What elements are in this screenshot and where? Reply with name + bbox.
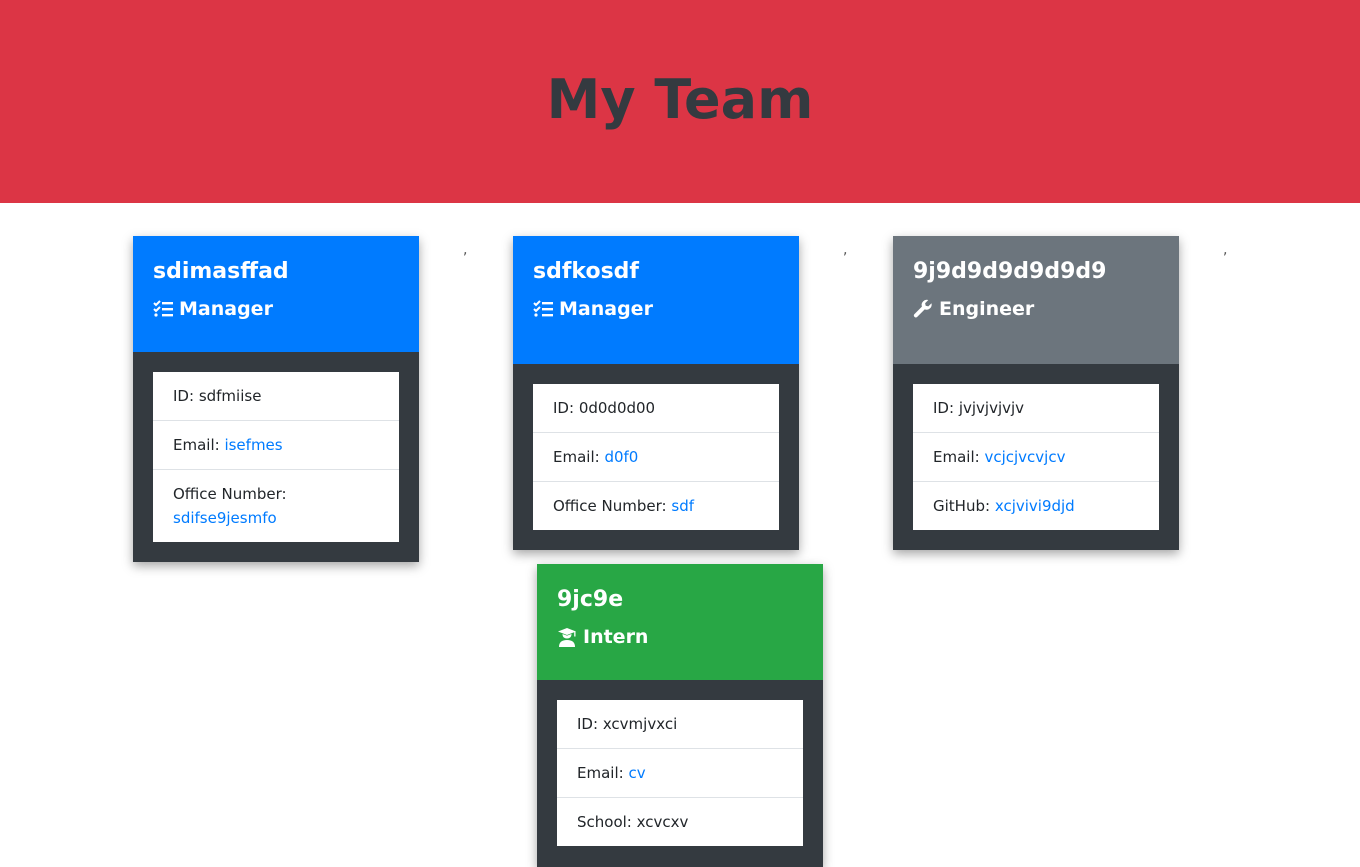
list-item-id: ID: sdfmiise xyxy=(153,372,399,421)
employee-name: 9j9d9d9d9d9d9 xyxy=(913,259,1107,284)
card-header: 9jc9e Intern xyxy=(537,564,823,680)
list-item-email: Email: cv xyxy=(557,749,803,798)
list-item-id: ID: 0d0d0d00 xyxy=(533,384,779,433)
email-link[interactable]: vcjcjvcvjcv xyxy=(984,448,1065,466)
employee-name: 9jc9e xyxy=(557,587,624,612)
card-body: ID: xcvmjvxci Email: cv School: xcvcxv xyxy=(537,680,823,866)
list-item-office: Office Number: sdifse9jesmfo xyxy=(153,470,399,542)
id-label: ID: xyxy=(933,399,955,417)
id-label: ID: xyxy=(577,715,599,733)
details-list: ID: sdfmiise Email: isefmes Office Numbe… xyxy=(153,372,399,542)
list-item-id: ID: jvjvjvjvjv xyxy=(913,384,1159,433)
school-value: xcvcxv xyxy=(636,813,689,831)
list-item-github: GitHub: xcjvivi9djd xyxy=(913,482,1159,530)
employee-name: sdimasffad xyxy=(153,259,289,284)
employee-card: 9j9d9d9d9d9d9 Engineer ID: jvjvjvjvjv Em… xyxy=(893,236,1179,550)
card-body: ID: 0d0d0d00 Email: d0f0 Office Number: … xyxy=(513,364,799,550)
role-label: Manager xyxy=(179,298,273,320)
office-number-link[interactable]: sdifse9jesmfo xyxy=(173,509,277,527)
list-item-email: Email: isefmes xyxy=(153,421,399,470)
id-value: xcvmjvxci xyxy=(602,715,678,733)
employee-card: sdfkosdf Manager ID: 0d0d0d00 Email: d0f… xyxy=(513,236,799,550)
id-value: 0d0d0d00 xyxy=(578,399,656,417)
role-label: Engineer xyxy=(939,298,1035,320)
separator-comma: , xyxy=(843,242,848,258)
list-item-school: School: xcvcxv xyxy=(557,798,803,846)
list-item-id: ID: xcvmjvxci xyxy=(557,700,803,749)
tasks-icon xyxy=(153,300,173,317)
employee-card: sdimasffad Manager ID: sdfmiise Email: i… xyxy=(133,236,419,562)
id-label: ID: xyxy=(553,399,575,417)
role-label: Manager xyxy=(559,298,653,320)
office-label: Office Number: xyxy=(173,485,287,503)
details-list: ID: xcvmjvxci Email: cv School: xcvcxv xyxy=(557,700,803,846)
card-header: 9j9d9d9d9d9d9 Engineer xyxy=(893,236,1179,364)
id-value: sdfmiise xyxy=(198,387,262,405)
email-label: Email: xyxy=(577,764,624,782)
details-list: ID: jvjvjvjvjv Email: vcjcjvcvjcv GitHub… xyxy=(913,384,1159,530)
employee-role: Manager xyxy=(153,295,399,323)
card-header: sdimasffad Manager xyxy=(133,236,419,352)
email-link[interactable]: isefmes xyxy=(224,436,282,454)
employee-card: 9jc9e Intern ID: xcvmjvxci Email: cv Sch… xyxy=(537,564,823,867)
school-label: School: xyxy=(577,813,632,831)
graduate-icon xyxy=(558,628,576,647)
separator-comma: , xyxy=(1223,242,1228,258)
card-header: sdfkosdf Manager xyxy=(513,236,799,364)
office-label: Office Number: xyxy=(553,497,667,515)
email-label: Email: xyxy=(173,436,220,454)
card-body: ID: jvjvjvjvjv Email: vcjcjvcvjcv GitHub… xyxy=(893,364,1179,550)
email-link[interactable]: d0f0 xyxy=(604,448,638,466)
email-label: Email: xyxy=(553,448,600,466)
github-label: GitHub: xyxy=(933,497,991,515)
details-list: ID: 0d0d0d00 Email: d0f0 Office Number: … xyxy=(533,384,779,530)
separator-comma: , xyxy=(463,242,468,258)
employee-role: Engineer xyxy=(913,295,1159,323)
wrench-icon xyxy=(913,299,932,318)
id-label: ID: xyxy=(173,387,195,405)
card-body: ID: sdfmiise Email: isefmes Office Numbe… xyxy=(133,352,419,562)
github-link[interactable]: xcjvivi9djd xyxy=(995,497,1075,515)
role-label: Intern xyxy=(583,626,649,648)
tasks-icon xyxy=(533,300,553,317)
id-value: jvjvjvjvjv xyxy=(958,399,1025,417)
employee-role: Manager xyxy=(533,295,779,323)
email-link[interactable]: cv xyxy=(628,764,645,782)
page-title: My Team xyxy=(546,68,814,131)
office-number-link[interactable]: sdf xyxy=(671,497,694,515)
list-item-office: Office Number: sdf xyxy=(533,482,779,530)
email-label: Email: xyxy=(933,448,980,466)
employee-name: sdfkosdf xyxy=(533,259,639,284)
list-item-email: Email: vcjcjvcvjcv xyxy=(913,433,1159,482)
employee-role: Intern xyxy=(557,623,803,651)
header-banner: My Team xyxy=(0,0,1360,203)
list-item-email: Email: d0f0 xyxy=(533,433,779,482)
